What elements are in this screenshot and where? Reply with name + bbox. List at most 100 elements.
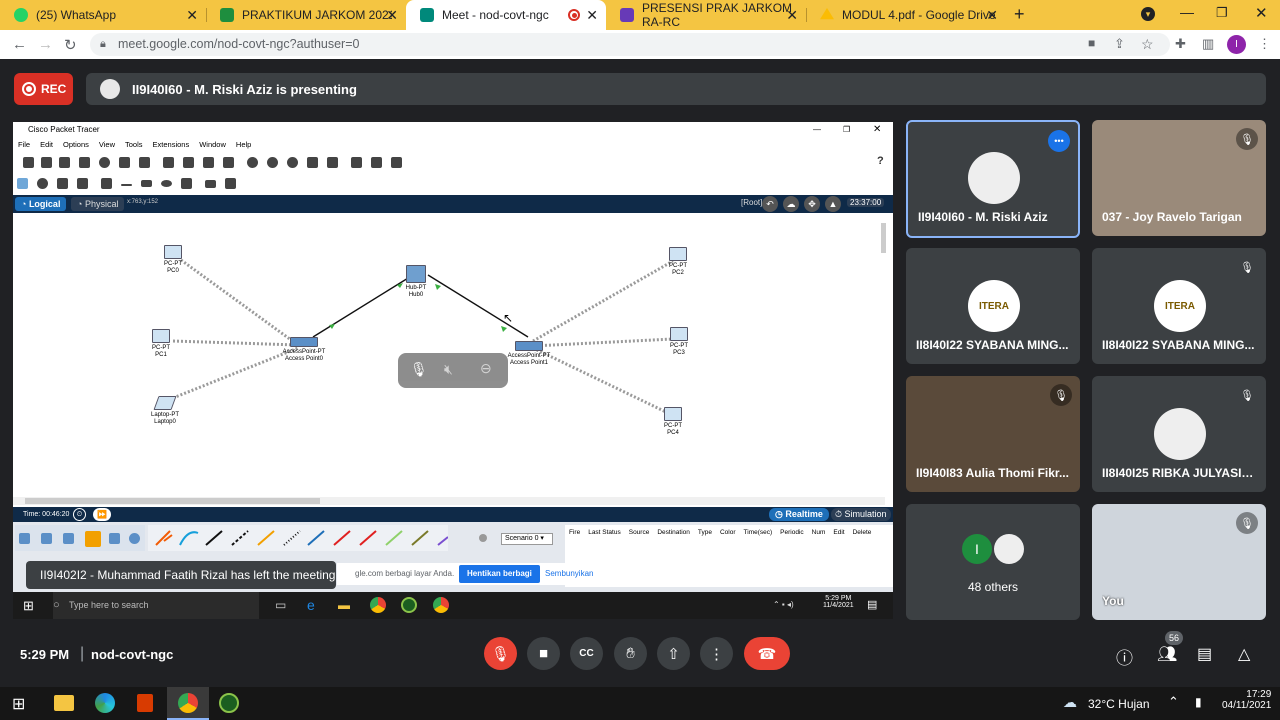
line-icon[interactable] [121, 184, 132, 186]
close-icon[interactable]: ✕ [786, 7, 798, 24]
chrome-icon[interactable] [433, 597, 449, 613]
zoom-in-icon[interactable] [247, 157, 258, 168]
end-devices-icon[interactable] [41, 533, 52, 544]
horizontal-scrollbar[interactable] [13, 497, 885, 505]
select-icon[interactable] [17, 178, 28, 189]
simulation-button[interactable]: ⏱ Simulation [831, 508, 891, 521]
device-access-point0[interactable]: AccessPoint-PT Access Point0 [278, 337, 330, 363]
save-icon[interactable] [59, 157, 70, 168]
folder-icon[interactable]: ▬ [338, 598, 350, 612]
chrome-taskbar-item[interactable] [167, 687, 209, 720]
tab-whatsapp[interactable]: (25) WhatsApp ✕ [0, 0, 206, 30]
people-icon[interactable]: 👥︎ [1157, 644, 1177, 664]
inspect-icon[interactable] [37, 178, 48, 189]
print-icon[interactable] [79, 157, 90, 168]
connection-types[interactable] [148, 525, 449, 551]
power-cycle-icon[interactable]: ⏲ [73, 508, 86, 521]
mic-off-icon[interactable]: 🎙︎ [410, 361, 428, 378]
device-hub0[interactable]: Hub-PT Hub0 [401, 265, 431, 299]
weather-text[interactable]: 32°C Hujan [1088, 697, 1150, 711]
more-options-icon[interactable]: ••• [1048, 130, 1070, 152]
simple-pdu-icon[interactable] [205, 180, 216, 188]
paste-icon[interactable] [183, 157, 194, 168]
close-window-icon[interactable]: ✕ [1255, 4, 1268, 22]
menu-tools[interactable]: Tools [125, 138, 143, 152]
stop-sharing-button[interactable]: Hentikan berbagi [459, 565, 540, 583]
camera-icon[interactable]: ■ [1088, 36, 1095, 50]
menu-icon[interactable]: ⋮ [1258, 36, 1271, 52]
undo-icon[interactable] [203, 157, 214, 168]
menu-help[interactable]: Help [236, 138, 251, 152]
open-icon[interactable] [41, 157, 52, 168]
others-tile[interactable]: I 48 others [906, 504, 1080, 620]
device-pc1[interactable]: PC-PT PC1 [146, 329, 176, 359]
copy-icon[interactable] [163, 157, 174, 168]
participant-tile[interactable]: ITERA II8I40I22 SYABANA MING... [906, 248, 1080, 364]
packet-tracer-icon[interactable] [401, 597, 417, 613]
device-laptop0[interactable]: Laptop-PT Laptop0 [143, 396, 187, 426]
menu-edit[interactable]: Edit [40, 138, 53, 152]
url-input[interactable]: 🔒︎ meet.google.com/nod-covt-ngc?authuser… [90, 33, 1170, 56]
drawing-palette-icon[interactable] [307, 157, 318, 168]
system-clock[interactable]: 17:29 04/11/2021 [1222, 689, 1271, 711]
file-explorer-icon[interactable] [54, 695, 74, 711]
chrome-icon[interactable] [370, 597, 386, 613]
new-tab-icon[interactable]: + [1014, 4, 1025, 25]
chat-icon[interactable]: ▤ [1197, 644, 1212, 664]
physical-tab[interactable]: ◔ Physical [71, 197, 125, 211]
present-button[interactable]: ⇧ [657, 637, 690, 670]
network-info-icon[interactable] [139, 157, 150, 168]
redo-icon[interactable] [223, 157, 234, 168]
screenshot-icon[interactable] [391, 157, 402, 168]
new-icon[interactable] [23, 157, 34, 168]
leave-call-button[interactable]: ☎︎ [744, 637, 790, 670]
maximize-icon[interactable]: ❐ [1216, 5, 1228, 21]
task-view-icon[interactable]: ▭ [275, 598, 286, 612]
participant-tile[interactable]: 🎙︎ II8I40I25 RIBKA JULYASIH ... [1092, 376, 1266, 492]
pdu-list[interactable]: Fire Last Status Source Destination Type… [565, 525, 893, 587]
menu-extensions[interactable]: Extensions [153, 138, 190, 152]
ellipse-icon[interactable] [161, 180, 172, 187]
taskbar-search[interactable]: ○ Type here to search [53, 592, 259, 619]
zoom-out-icon[interactable] [287, 157, 298, 168]
logical-tab[interactable]: ◔ Logical [15, 197, 67, 211]
office-icon[interactable] [137, 694, 153, 712]
tray-icons[interactable]: ⌃ ▪ ◂) [773, 600, 794, 609]
menu-window[interactable]: Window [199, 138, 226, 152]
back-icon[interactable]: ← [12, 36, 27, 53]
speaker-off-icon[interactable]: 🔇︎ [444, 361, 453, 378]
back-icon[interactable]: ↶ [762, 196, 778, 212]
fast-forward-icon[interactable]: ⏩ [93, 508, 111, 521]
delete-icon[interactable] [57, 178, 68, 189]
tab-presensi[interactable]: PRESENSI PRAK JARKOM RA-RC ✕ [606, 0, 806, 30]
participant-tile[interactable]: ••• II9I40I60 - M. Riski Aziz [906, 120, 1080, 238]
tab-classroom[interactable]: PRAKTIKUM JARKOM 2021 Clust ✕ [206, 0, 406, 30]
raise-hand-button[interactable]: ✋︎ [614, 637, 647, 670]
edge-icon[interactable]: e [307, 597, 315, 613]
share-icon[interactable]: ⇪ [1114, 36, 1125, 52]
tab-drive[interactable]: MODUL 4.pdf - Google Drive ✕ [806, 0, 1006, 30]
notification-icon[interactable]: ▤ [867, 598, 877, 611]
root-label[interactable]: [Root] [741, 198, 762, 207]
activities-icon[interactable]: △ [1238, 644, 1250, 664]
move-object-icon[interactable]: ✥ [804, 196, 820, 212]
device-pc2[interactable]: PC-PT PC2 [663, 247, 693, 277]
bookmark-star-icon[interactable]: ☆ [1141, 36, 1154, 53]
mic-toggle-button[interactable]: 🎙︎ [484, 637, 517, 670]
minus-icon[interactable]: ⊖ [480, 360, 492, 377]
scenario-select[interactable]: Scenario 0 ▾ [501, 533, 553, 545]
windows-start-icon[interactable]: ⊞ [12, 694, 25, 714]
background-icon[interactable]: ▲ [825, 196, 841, 212]
close-icon[interactable]: ✕ [586, 7, 598, 24]
info-icon[interactable]: ⓘ [1116, 644, 1133, 669]
ipc-icon[interactable] [351, 157, 362, 168]
menu-view[interactable]: View [99, 138, 115, 152]
connections-icon[interactable] [85, 531, 101, 547]
device-pc0[interactable]: PC-PT PC0 [158, 245, 188, 275]
participant-tile[interactable]: 🎙︎ II9I40I83 Aulia Thomi Fikr... [906, 376, 1080, 492]
network-devices-icon[interactable] [19, 533, 30, 544]
pt-maximize-icon[interactable]: ❐ [843, 122, 850, 138]
device-categories[interactable] [15, 525, 145, 551]
vertical-scrollbar[interactable] [881, 223, 886, 253]
multiuser-icon[interactable] [129, 533, 140, 544]
